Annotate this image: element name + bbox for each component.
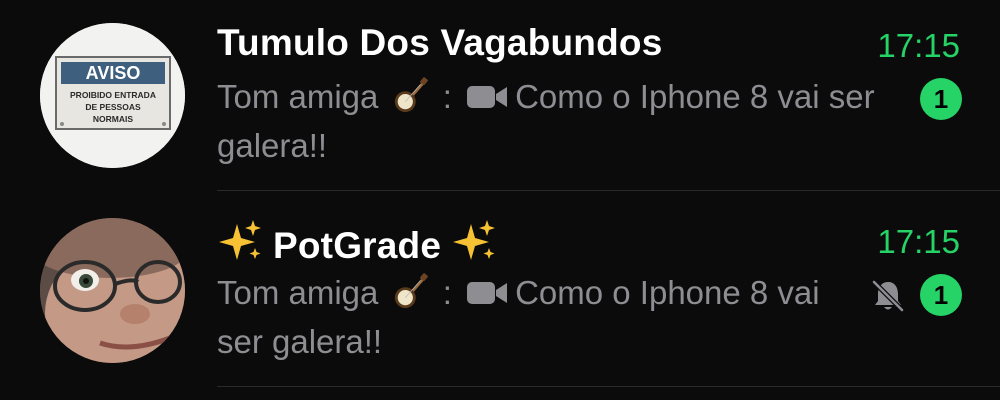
divider [217, 190, 1000, 191]
video-camera-icon [467, 282, 508, 304]
sender-name: Tom amiga [217, 78, 379, 115]
bell-slash-icon [872, 280, 904, 312]
divider [217, 386, 1000, 387]
sign-title: AVISO [86, 63, 141, 83]
chat-name: Tumulo Dos Vagabundos [217, 22, 663, 63]
avatar[interactable]: AVISO PROIBIDO ENTRADA DE PESSOAS NORMAI… [40, 23, 185, 168]
chat-list: AVISO PROIBIDO ENTRADA DE PESSOAS NORMAI… [0, 0, 1000, 400]
sign-line-3: NORMAIS [93, 114, 133, 124]
banjo-icon [394, 77, 428, 113]
video-camera-icon [467, 86, 508, 108]
chat-row-tumulo-dos-vagabundos[interactable]: AVISO PROIBIDO ENTRADA DE PESSOAS NORMAI… [0, 0, 1000, 196]
sparkles-icon [453, 220, 496, 260]
aviso-sign-avatar-image: AVISO PROIBIDO ENTRADA DE PESSOAS NORMAI… [40, 23, 185, 168]
unread-badge: 1 [920, 78, 962, 120]
unread-badge: 1 [920, 274, 962, 316]
face-photo-avatar-image [40, 218, 185, 363]
message-preview: Tom amiga : Como o Iphone 8 vai ser gale… [217, 72, 897, 170]
chat-name-text: PotGrade [273, 225, 442, 266]
sign-line-2: DE PESSOAS [85, 102, 141, 112]
sender-name: Tom amiga [217, 274, 379, 311]
chat-name: PotGrade [217, 218, 497, 267]
message-preview: Tom amiga : Como o Iphone 8 vai ser gale… [217, 268, 847, 366]
chat-time: 17:15 [877, 27, 960, 64]
sign-line-1: PROIBIDO ENTRADA [70, 90, 156, 100]
chat-row-potgrade[interactable]: PotGrade 17:15 Tom amiga : Como o Iphone… [0, 196, 1000, 392]
banjo-icon [394, 273, 428, 309]
separator: : [442, 78, 452, 115]
separator: : [442, 274, 452, 311]
sparkles-icon [219, 220, 261, 260]
chat-time: 17:15 [877, 223, 960, 260]
avatar[interactable] [40, 218, 185, 363]
